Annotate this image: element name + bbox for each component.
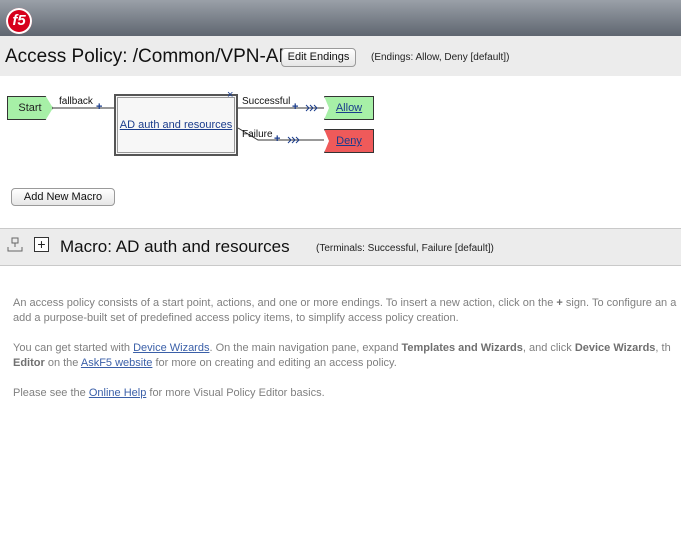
macro-drag-icon[interactable] bbox=[7, 237, 25, 253]
macro-call-link[interactable]: AD auth and resources bbox=[120, 119, 233, 131]
macro-expand-button[interactable]: + bbox=[34, 237, 49, 252]
failure-label: Failure bbox=[242, 129, 273, 140]
help-text-span: for more on creating and editing an acce… bbox=[152, 357, 397, 369]
help-text: An access policy consists of a start poi… bbox=[13, 296, 681, 416]
policy-flow-canvas: Start fallback + AD auth and resources ×… bbox=[0, 76, 681, 228]
help-text-span: . On the main navigation pane, expand bbox=[209, 342, 402, 354]
help-text-span: Please see the bbox=[13, 387, 89, 399]
help-text-span: , th bbox=[655, 342, 671, 354]
failure-add-icon[interactable]: + bbox=[274, 133, 280, 145]
help-bold: Templates and Wizards bbox=[401, 342, 523, 354]
terminals-note: (Terminals: Successful, Failure [default… bbox=[316, 243, 494, 254]
help-text-span: sign. To configure an a bbox=[562, 297, 677, 309]
start-node[interactable]: Start bbox=[7, 96, 53, 120]
macro-title: Macro: AD auth and resources bbox=[60, 237, 290, 256]
endings-note: (Endings: Allow, Deny [default]) bbox=[371, 52, 510, 63]
successful-add-icon[interactable]: + bbox=[292, 101, 298, 113]
deny-ending[interactable]: Deny bbox=[324, 129, 374, 153]
help-text-span: add a purpose-built set of predefined ac… bbox=[13, 312, 459, 324]
help-text-span: on the bbox=[44, 357, 81, 369]
add-new-macro-button[interactable]: Add New Macro bbox=[11, 188, 115, 206]
help-paragraph-1: An access policy consists of a start poi… bbox=[13, 296, 681, 326]
help-text-span: You can get started with bbox=[13, 342, 134, 354]
help-paragraph-3: Please see the Online Help for more Visu… bbox=[13, 386, 681, 401]
device-wizards-link[interactable]: Device Wizards bbox=[133, 342, 209, 354]
deny-link[interactable]: Deny bbox=[336, 135, 362, 147]
askf5-link[interactable]: AskF5 website bbox=[81, 357, 153, 369]
fallback-label: fallback bbox=[59, 96, 93, 107]
allow-ending[interactable]: Allow bbox=[324, 96, 374, 120]
page-title: Access Policy: /Common/VPN-AP bbox=[5, 46, 292, 67]
help-paragraph-2: You can get started with Device Wizards.… bbox=[13, 341, 681, 371]
help-text-span: An access policy consists of a start poi… bbox=[13, 297, 557, 309]
online-help-link[interactable]: Online Help bbox=[89, 387, 146, 399]
successful-label: Successful bbox=[242, 96, 291, 107]
macro-remove-icon[interactable]: × bbox=[227, 89, 233, 101]
help-text-span: , and click bbox=[522, 342, 575, 354]
help-bold: Device Wizards bbox=[574, 342, 656, 354]
macro-call-box[interactable]: AD auth and resources bbox=[114, 94, 238, 156]
allow-link[interactable]: Allow bbox=[336, 102, 362, 114]
edit-endings-button[interactable]: Edit Endings bbox=[281, 48, 356, 67]
help-bold: Editor bbox=[13, 357, 45, 369]
top-banner: f5 bbox=[0, 0, 681, 36]
fallback-add-icon[interactable]: + bbox=[96, 101, 102, 113]
help-text-span: for more Visual Policy Editor basics. bbox=[146, 387, 325, 399]
macro-section-header: + Macro: AD auth and resources (Terminal… bbox=[0, 228, 681, 266]
f5-logo: f5 bbox=[6, 8, 32, 34]
start-label: Start bbox=[18, 102, 42, 114]
policy-header: Access Policy: /Common/VPN-AP Edit Endin… bbox=[0, 36, 681, 77]
expand-icon: + bbox=[37, 236, 46, 252]
